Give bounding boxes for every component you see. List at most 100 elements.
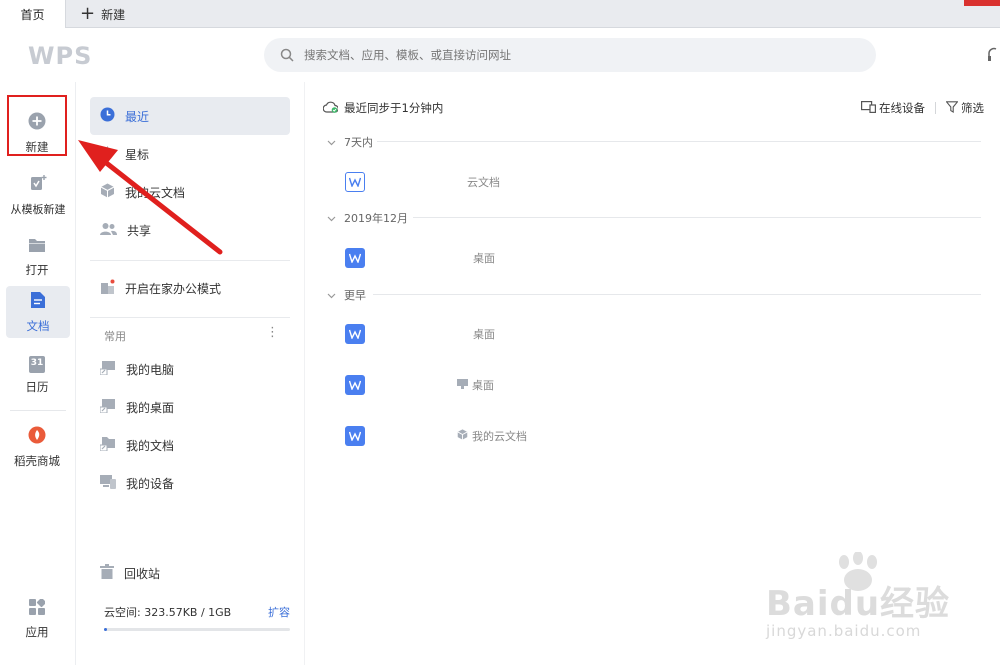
baidu-watermark: Baidu经验 jingyan.baidu.com (766, 552, 986, 652)
rail-label-open: 打开 (25, 262, 49, 277)
sync-status: 最近同步于1分钟内 (322, 100, 444, 116)
word-file-icon (345, 172, 365, 192)
rail-item-documents[interactable]: 文档 (6, 286, 70, 338)
file-location-label: 我的云文档 (472, 430, 527, 443)
nav-item-shared[interactable]: 共享 (90, 211, 290, 249)
tab-home-label: 首页 (20, 7, 45, 22)
nav-item-my-desktop[interactable]: 我的桌面 (90, 388, 290, 426)
header: WPS (0, 28, 1000, 82)
rail-label-docer-store: 稻壳商城 (14, 453, 60, 468)
file-location: 桌面 (457, 377, 494, 393)
file-location: 云文档 (467, 174, 500, 190)
group-divider (373, 294, 981, 295)
quota-text: 云空间: 323.57KB / 1GB (104, 606, 232, 619)
devices-icon (100, 474, 116, 492)
file-location-label: 云文档 (467, 176, 500, 189)
headset-icon[interactable] (988, 46, 998, 62)
word-file-icon (345, 426, 365, 446)
nav-label-recycle-bin: 回收站 (124, 566, 161, 581)
nav-item-my-documents[interactable]: 我的文档 (90, 426, 290, 464)
nav-item-my-devices[interactable]: 我的设备 (90, 464, 290, 502)
nav-label-my-devices: 我的设备 (126, 476, 175, 491)
cloud-check-icon (322, 101, 339, 116)
document-icon (30, 291, 46, 312)
watermark-url: jingyan.baidu.com (766, 622, 922, 640)
search-bar[interactable] (264, 38, 876, 72)
rail-item-open[interactable]: 打开 (4, 230, 70, 284)
rail-item-calendar[interactable]: 31 日历 (4, 348, 70, 402)
common-section-label: 常用 (104, 330, 126, 343)
group-header[interactable]: 更早 (327, 287, 366, 303)
nav-label-my-computer: 我的电脑 (126, 362, 175, 377)
word-file-icon (345, 248, 365, 268)
main-top-actions: 在线设备 筛选 (861, 100, 984, 116)
file-location-label: 桌面 (473, 328, 495, 341)
monitor-icon (457, 378, 468, 392)
rail-label-calendar: 日历 (25, 379, 49, 394)
nav-item-cloud-docs[interactable]: 我的云文档 (90, 173, 290, 211)
annotation-highlight-box (7, 95, 67, 156)
file-row[interactable]: 我的云文档 (345, 424, 981, 448)
file-row[interactable]: 云文档 (345, 170, 981, 194)
nav-label-my-desktop: 我的桌面 (126, 400, 175, 415)
nav-divider (90, 317, 290, 318)
filter-button[interactable]: 筛选 (945, 100, 984, 116)
rail-item-template[interactable]: 从模板新建 (4, 168, 72, 222)
actions-divider (935, 102, 936, 114)
file-location: 我的云文档 (457, 428, 527, 444)
tab-home[interactable]: 首页 (0, 0, 66, 28)
nav-label-recent: 最近 (125, 109, 150, 124)
nav-item-my-computer[interactable]: 我的电脑 (90, 350, 290, 388)
nav-item-recent[interactable]: 最近 (90, 97, 290, 135)
chevron-down-icon (327, 289, 336, 302)
cloud-cube-icon (457, 429, 468, 443)
nav-label-cloud-docs: 我的云文档 (125, 185, 186, 200)
new-tab-label: 新建 (101, 7, 126, 22)
filter-label: 筛选 (961, 101, 984, 115)
cloud-cube-icon (100, 183, 115, 201)
word-file-icon (345, 324, 365, 344)
online-devices-button[interactable]: 在线设备 (861, 100, 925, 116)
file-location: 桌面 (473, 326, 495, 342)
cloud-quota: 云空间: 323.57KB / 1GB 扩容 (104, 604, 290, 620)
rail-item-docer-store[interactable]: 稻壳商城 (4, 420, 70, 474)
template-icon (29, 174, 47, 195)
rail-label-documents: 文档 (26, 318, 50, 333)
nav-label-shared: 共享 (127, 223, 152, 238)
group-header[interactable]: 2019年12月 (327, 210, 408, 226)
sync-text: 最近同步于1分钟内 (344, 101, 444, 115)
nav-label-starred: 星标 (125, 147, 150, 162)
docer-icon (28, 426, 46, 447)
folder-shortcut-icon (99, 436, 116, 454)
new-tab-button[interactable]: + 新建 (80, 0, 125, 28)
left-rail: 新建 从模板新建 打开 文档 31 日历 稻壳商城 应用 (0, 82, 76, 665)
watermark-brand: Baidu经验 (766, 584, 951, 624)
file-row[interactable]: 桌面 (345, 373, 981, 397)
rail-item-apps[interactable]: 应用 (4, 592, 70, 646)
apps-grid-icon (29, 597, 47, 618)
nav-item-starred[interactable]: 星标 (90, 135, 290, 173)
nav-divider (90, 260, 290, 261)
group-divider (413, 217, 981, 218)
star-icon (100, 145, 115, 163)
plus-icon: + (80, 3, 96, 24)
trash-icon (100, 564, 114, 582)
window-close-edge[interactable] (964, 0, 1000, 6)
home-office-icon (100, 279, 115, 298)
clock-icon (100, 107, 115, 125)
rail-label-template: 从模板新建 (10, 202, 66, 216)
file-row[interactable]: 桌面 (345, 246, 981, 270)
nav-panel: 最近 星标 我的云文档 共享 开启在家办公模式 常用 ⋮ 我的电脑 我的桌面 我… (76, 82, 304, 665)
file-row[interactable]: 桌面 (345, 322, 981, 346)
expand-quota-link[interactable]: 扩容 (268, 604, 290, 620)
rail-label-apps: 应用 (25, 624, 49, 639)
folder-icon (28, 237, 46, 256)
nav-item-recycle-bin[interactable]: 回收站 (90, 554, 290, 592)
more-options-icon[interactable]: ⋮ (266, 326, 279, 339)
filter-icon (945, 100, 959, 116)
search-input[interactable] (304, 48, 804, 62)
word-file-icon (345, 375, 365, 395)
quota-progress-bar (104, 628, 290, 631)
group-header[interactable]: 7天内 (327, 134, 373, 150)
nav-item-home-office[interactable]: 开启在家办公模式 (90, 269, 290, 307)
